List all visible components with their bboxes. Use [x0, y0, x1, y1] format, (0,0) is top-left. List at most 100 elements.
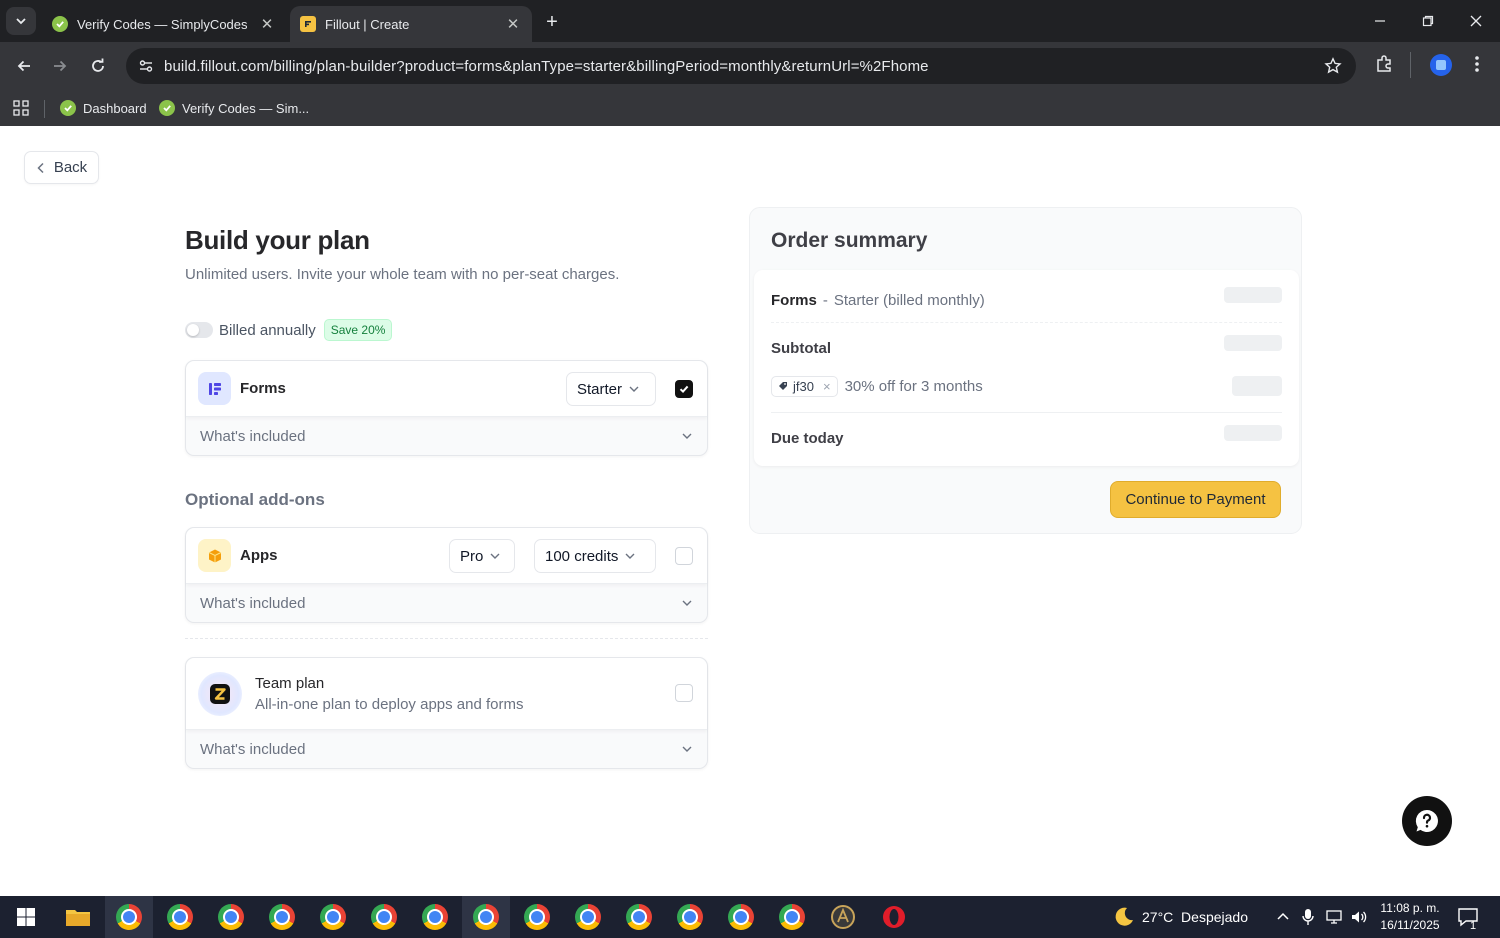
bookmarks-bar: Dashboard Verify Codes — Sim... [0, 90, 1500, 126]
summary-product-detail: Starter (billed monthly) [833, 291, 985, 309]
apps-whats-included-toggle[interactable]: What's included [186, 584, 707, 622]
minimize-icon[interactable] [1364, 8, 1396, 34]
reload-icon[interactable] [84, 52, 112, 80]
help-chat-button[interactable] [1402, 796, 1452, 846]
team-whats-included-toggle[interactable]: What's included [186, 730, 707, 768]
file-explorer-icon[interactable] [54, 896, 102, 938]
forms-product-card: Forms Starter What's included [185, 360, 708, 456]
tab-search-button[interactable] [6, 7, 36, 35]
browser-tab-strip: Verify Codes — SimplyCodes ✕ Fillout | C… [0, 0, 1500, 42]
weather-widget[interactable]: 27°C Despejado [1112, 896, 1248, 938]
billed-annually-label: Billed annually [219, 321, 316, 339]
network-icon[interactable] [1325, 896, 1343, 938]
forms-plan-select[interactable]: Starter [566, 372, 656, 406]
game-launcher-icon[interactable] [819, 896, 867, 938]
taskbar-app-4[interactable] [258, 896, 306, 938]
chrome-icon [779, 904, 805, 930]
back-arrow-icon[interactable] [10, 52, 38, 80]
remove-coupon-icon[interactable]: × [823, 379, 831, 394]
subtotal-skeleton [1224, 335, 1282, 351]
apps-grid-icon[interactable] [12, 96, 30, 120]
apps-checkbox[interactable] [675, 547, 693, 565]
coupon-description: 30% off for 3 months [844, 377, 983, 395]
bookmark-verify-codes[interactable]: Verify Codes — Sim... [159, 96, 309, 120]
chrome-icon [677, 904, 703, 930]
forms-whats-included-toggle[interactable]: What's included [186, 417, 707, 455]
fillout-favicon-icon [300, 16, 316, 32]
apps-plan-select[interactable]: Pro [449, 539, 515, 573]
continue-to-payment-button[interactable]: Continue to Payment [1110, 481, 1281, 518]
notifications-icon[interactable]: 1 [1457, 896, 1479, 938]
bookmarks-divider [44, 100, 45, 118]
opera-icon[interactable] [870, 896, 918, 938]
bookmark-label: Verify Codes — Sim... [182, 100, 310, 116]
restore-icon[interactable] [1412, 8, 1444, 34]
order-summary-panel: Order summary Forms - Starter (billed mo… [749, 207, 1302, 534]
billed-annually-toggle[interactable] [185, 322, 213, 338]
taskbar-app-3[interactable] [207, 896, 255, 938]
taskbar-app-10[interactable] [564, 896, 612, 938]
forms-checkbox[interactable] [675, 380, 693, 398]
profile-avatar-icon[interactable] [1429, 53, 1453, 82]
window-close-icon[interactable] [1460, 8, 1492, 34]
site-info-icon[interactable] [128, 48, 164, 84]
kebab-menu-icon[interactable] [1469, 54, 1485, 79]
discount-skeleton [1232, 376, 1282, 396]
chrome-icon [422, 904, 448, 930]
summary-coupon-line: jf30 × 30% off for 3 months [771, 374, 1282, 398]
volume-icon[interactable] [1350, 896, 1368, 938]
taskbar-app-6[interactable] [360, 896, 408, 938]
microphone-icon[interactable] [1301, 896, 1315, 938]
apps-box-icon [198, 539, 231, 572]
team-plan-checkbox[interactable] [675, 684, 693, 702]
save-badge: Save 20% [323, 319, 393, 341]
taskbar-app-12[interactable] [666, 896, 714, 938]
subtotal-label: Subtotal [771, 339, 831, 357]
chevron-down-icon [682, 433, 692, 439]
taskbar-app-2[interactable] [156, 896, 204, 938]
tab-title: Fillout | Create [325, 16, 410, 32]
tab-close-icon[interactable]: ✕ [258, 15, 276, 33]
taskbar-app-5[interactable] [309, 896, 357, 938]
order-summary-title: Order summary [771, 229, 928, 252]
taskbar-app-9[interactable] [513, 896, 561, 938]
tag-icon [779, 382, 787, 390]
summary-product-line: Forms - Starter (billed monthly) [771, 287, 1282, 310]
tab-fillout-create[interactable]: Fillout | Create ✕ [290, 6, 532, 42]
forward-arrow-icon[interactable] [46, 52, 74, 80]
system-clock[interactable]: 11:08 p. m. 16/11/2025 [1370, 900, 1450, 934]
extensions-icon[interactable] [1374, 54, 1394, 79]
show-hidden-icons[interactable] [1276, 896, 1290, 938]
tab-close-icon[interactable]: ✕ [504, 15, 522, 33]
plan-builder-page: Back Build your plan Unlimited users. In… [0, 126, 1500, 896]
taskbar-app-7[interactable] [411, 896, 459, 938]
new-tab-icon[interactable]: + [540, 10, 564, 34]
simplycodes-favicon-icon [159, 100, 175, 116]
taskbar-app-11[interactable] [615, 896, 663, 938]
chrome-icon [269, 904, 295, 930]
chevron-down-icon [682, 600, 692, 606]
address-bar[interactable]: build.fillout.com/billing/plan-builder?p… [126, 48, 1356, 84]
url-text: build.fillout.com/billing/plan-builder?p… [164, 57, 929, 75]
windows-start-icon[interactable] [2, 896, 50, 938]
back-button[interactable]: Back [24, 151, 99, 184]
apps-credits-select[interactable]: 100 credits [534, 539, 656, 573]
taskbar-app-8[interactable] [462, 896, 510, 938]
chrome-icon [575, 904, 601, 930]
whats-included-label: What's included [200, 740, 306, 758]
billing-toggle-row: Billed annually Save 20% [185, 319, 393, 341]
chevron-down-icon [682, 746, 692, 752]
page-title: Build your plan [185, 225, 370, 255]
taskbar-app-1[interactable] [105, 896, 153, 938]
browser-toolbar: build.fillout.com/billing/plan-builder?p… [0, 42, 1500, 90]
chrome-icon [626, 904, 652, 930]
tab-title: Verify Codes — SimplyCodes [77, 16, 248, 32]
chrome-icon [218, 904, 244, 930]
bookmark-dashboard[interactable]: Dashboard [60, 96, 147, 120]
taskbar-app-14[interactable] [768, 896, 816, 938]
tab-verify-codes[interactable]: Verify Codes — SimplyCodes ✕ [42, 6, 286, 42]
taskbar-app-13[interactable] [717, 896, 765, 938]
chrome-icon [728, 904, 754, 930]
bookmark-star-icon[interactable] [1324, 57, 1342, 80]
forms-plan-value: Starter [577, 380, 623, 398]
